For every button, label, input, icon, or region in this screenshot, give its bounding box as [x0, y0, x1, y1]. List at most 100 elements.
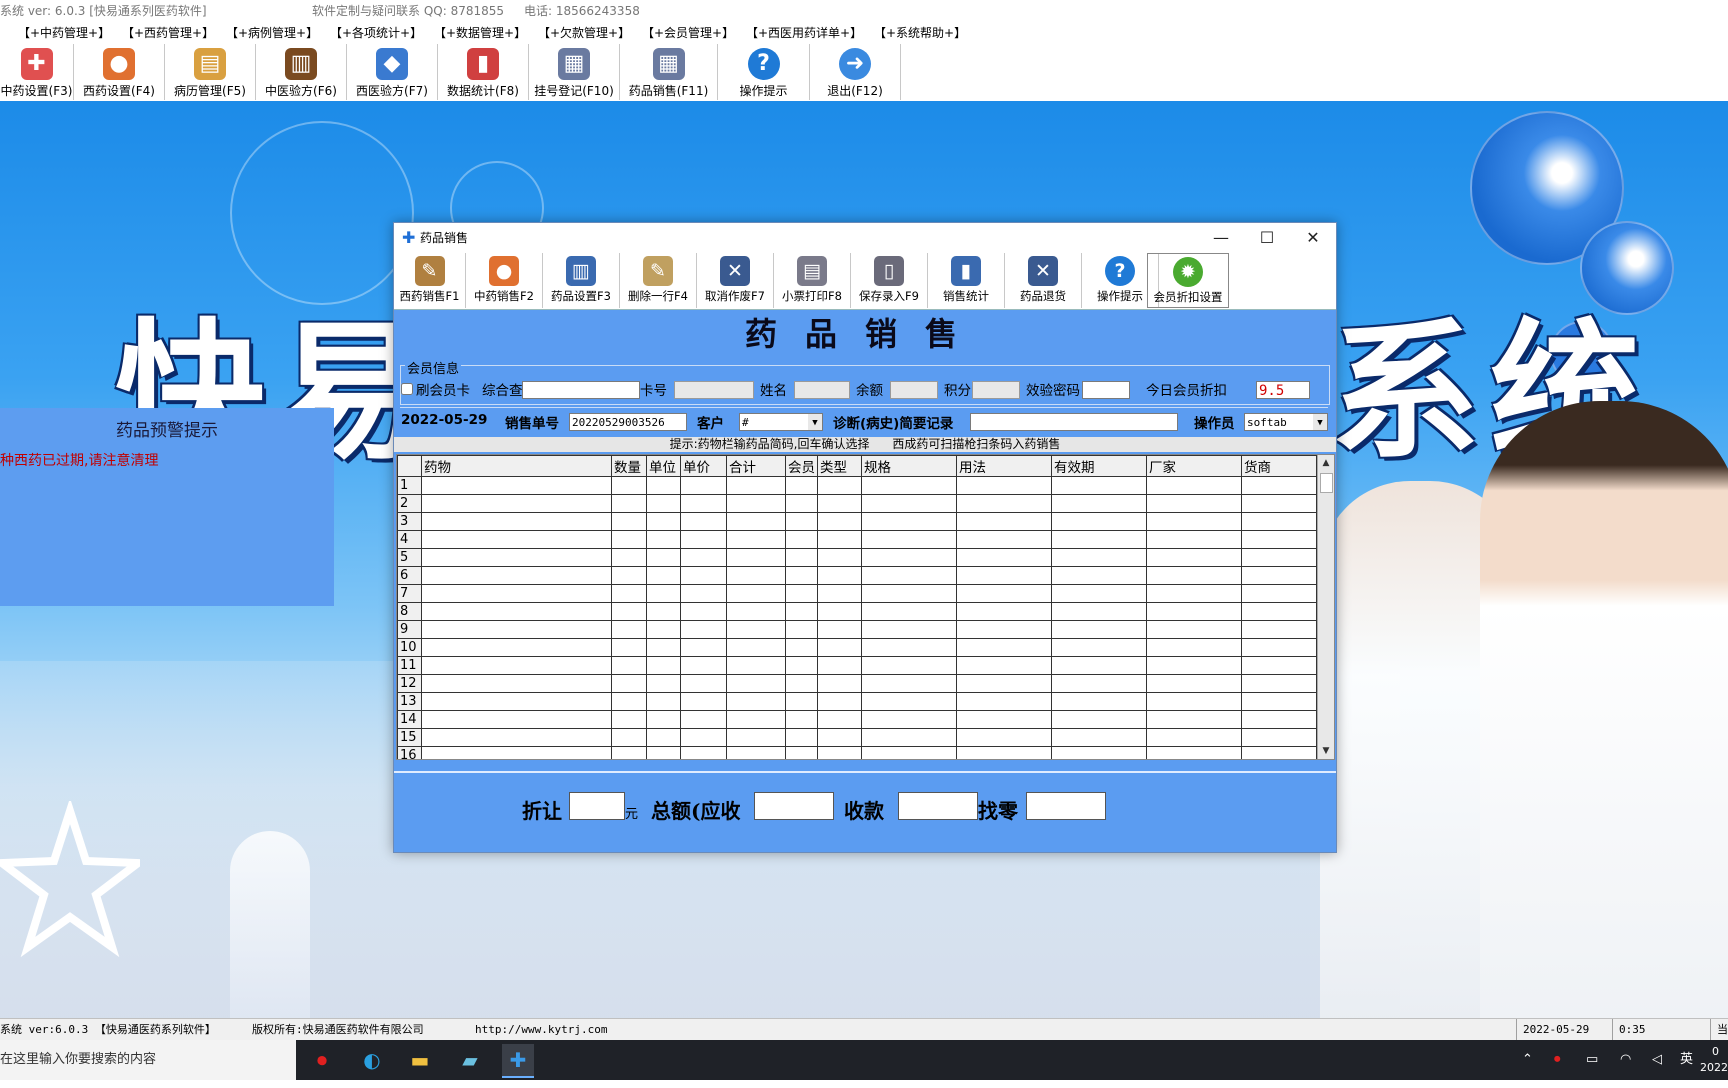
data-stats-button[interactable]: ▮ 数据统计(F8)	[438, 44, 529, 100]
table-cell[interactable]	[421, 476, 612, 495]
table-cell[interactable]	[726, 602, 786, 621]
table-cell[interactable]	[956, 728, 1052, 747]
table-cell[interactable]	[1051, 728, 1147, 747]
table-cell[interactable]	[956, 746, 1052, 759]
table-cell[interactable]	[611, 746, 647, 759]
table-cell[interactable]	[1051, 602, 1147, 621]
table-cell[interactable]	[1146, 530, 1242, 549]
column-header[interactable]: 厂家	[1146, 455, 1242, 477]
table-cell[interactable]	[1051, 476, 1147, 495]
table-cell[interactable]	[680, 584, 727, 603]
table-cell[interactable]	[1146, 494, 1242, 513]
table-cell[interactable]	[817, 584, 862, 603]
table-cell[interactable]	[421, 494, 612, 513]
table-cell[interactable]	[421, 566, 612, 585]
active-app-icon[interactable]: ✚	[502, 1044, 534, 1078]
table-cell[interactable]	[680, 512, 727, 531]
window-titlebar[interactable]: ✚ 药品销售 — ☐ ✕	[394, 223, 1336, 253]
table-cell[interactable]	[1146, 476, 1242, 495]
table-cell[interactable]	[861, 638, 957, 657]
table-cell[interactable]	[1241, 638, 1317, 657]
table-cell[interactable]	[680, 638, 727, 657]
table-cell[interactable]	[611, 728, 647, 747]
table-cell[interactable]	[817, 620, 862, 639]
notes-app-icon[interactable]: ▰	[454, 1044, 486, 1076]
table-cell[interactable]	[646, 602, 681, 621]
table-cell[interactable]	[611, 674, 647, 693]
table-cell[interactable]	[646, 620, 681, 639]
menu-item-data[interactable]: 【+数据管理+】	[434, 22, 526, 44]
points-field[interactable]	[972, 381, 1020, 399]
table-cell[interactable]	[726, 548, 786, 567]
column-header[interactable]: 数量	[611, 455, 647, 477]
scroll-down-icon[interactable]: ▼	[1318, 743, 1334, 759]
table-cell[interactable]	[646, 656, 681, 675]
table-cell[interactable]	[861, 512, 957, 531]
menu-item-stats[interactable]: 【+各项统计+】	[330, 22, 422, 44]
table-cell[interactable]	[1146, 728, 1242, 747]
table-cell[interactable]	[726, 512, 786, 531]
table-cell[interactable]	[817, 602, 862, 621]
table-cell[interactable]	[1241, 530, 1317, 549]
wifi-icon[interactable]: ◠	[1620, 1040, 1631, 1080]
table-cell[interactable]	[785, 476, 818, 495]
query-input[interactable]	[522, 381, 640, 399]
table-cell[interactable]	[1051, 638, 1147, 657]
menu-item-help[interactable]: 【+系统帮助+】	[874, 22, 966, 44]
table-cell[interactable]	[611, 566, 647, 585]
table-cell[interactable]	[956, 494, 1052, 513]
table-cell[interactable]	[421, 674, 612, 693]
column-header[interactable]: 药物	[421, 455, 612, 477]
table-row[interactable]: 13	[397, 692, 1317, 711]
clock-date[interactable]: 2022	[1700, 1048, 1728, 1088]
record-tray-icon[interactable]: ⏺	[1554, 1040, 1561, 1080]
tcm-prescriptions-button[interactable]: ▥ 中医验方(F6)	[256, 44, 347, 100]
table-cell[interactable]	[861, 530, 957, 549]
cancel-void-button[interactable]: ✕ 取消作废F7	[697, 253, 774, 308]
table-cell[interactable]	[726, 710, 786, 729]
column-header[interactable]: 货商	[1241, 455, 1317, 477]
chevron-up-icon[interactable]: ⌃	[1522, 1040, 1533, 1080]
chevron-down-icon[interactable]: ▼	[1313, 414, 1327, 430]
table-row[interactable]: 16	[397, 746, 1317, 759]
table-cell[interactable]	[1051, 674, 1147, 693]
table-cell[interactable]	[1146, 512, 1242, 531]
column-header[interactable]: 单位	[646, 455, 681, 477]
table-cell[interactable]	[646, 476, 681, 495]
table-cell[interactable]	[861, 476, 957, 495]
table-cell[interactable]	[785, 494, 818, 513]
table-row[interactable]: 5	[397, 548, 1317, 567]
chevron-down-icon[interactable]: ▼	[808, 414, 822, 430]
table-cell[interactable]	[861, 494, 957, 513]
table-cell[interactable]	[861, 656, 957, 675]
table-cell[interactable]	[1241, 746, 1317, 759]
menu-item-members[interactable]: 【+会员管理+】	[642, 22, 734, 44]
table-cell[interactable]	[421, 548, 612, 567]
table-cell[interactable]	[726, 638, 786, 657]
table-cell[interactable]	[1241, 548, 1317, 567]
password-field[interactable]	[1082, 381, 1130, 399]
help-tips-button[interactable]: ? 操作提示	[718, 44, 810, 100]
menu-item-western[interactable]: 【+西药管理+】	[122, 22, 214, 44]
menu-item-debts[interactable]: 【+欠款管理+】	[538, 22, 630, 44]
vertical-scrollbar[interactable]: ▲ ▼	[1317, 455, 1334, 759]
table-cell[interactable]	[726, 692, 786, 711]
column-header[interactable]: 有效期	[1051, 455, 1147, 477]
table-cell[interactable]	[861, 566, 957, 585]
table-row[interactable]: 10	[397, 638, 1317, 657]
table-cell[interactable]	[956, 710, 1052, 729]
table-cell[interactable]	[1051, 530, 1147, 549]
table-cell[interactable]	[1241, 656, 1317, 675]
table-cell[interactable]	[421, 710, 612, 729]
table-cell[interactable]	[646, 530, 681, 549]
sales-stats-button[interactable]: ▮ 销售统计	[928, 253, 1005, 308]
card-no-field[interactable]	[674, 381, 754, 399]
table-cell[interactable]	[680, 602, 727, 621]
table-cell[interactable]	[611, 602, 647, 621]
edge-browser-icon[interactable]: ◐	[356, 1044, 388, 1076]
table-cell[interactable]	[1146, 620, 1242, 639]
table-cell[interactable]	[680, 746, 727, 759]
western-settings-button[interactable]: ● 西药设置(F4)	[74, 44, 165, 100]
table-cell[interactable]	[956, 656, 1052, 675]
table-cell[interactable]	[646, 692, 681, 711]
